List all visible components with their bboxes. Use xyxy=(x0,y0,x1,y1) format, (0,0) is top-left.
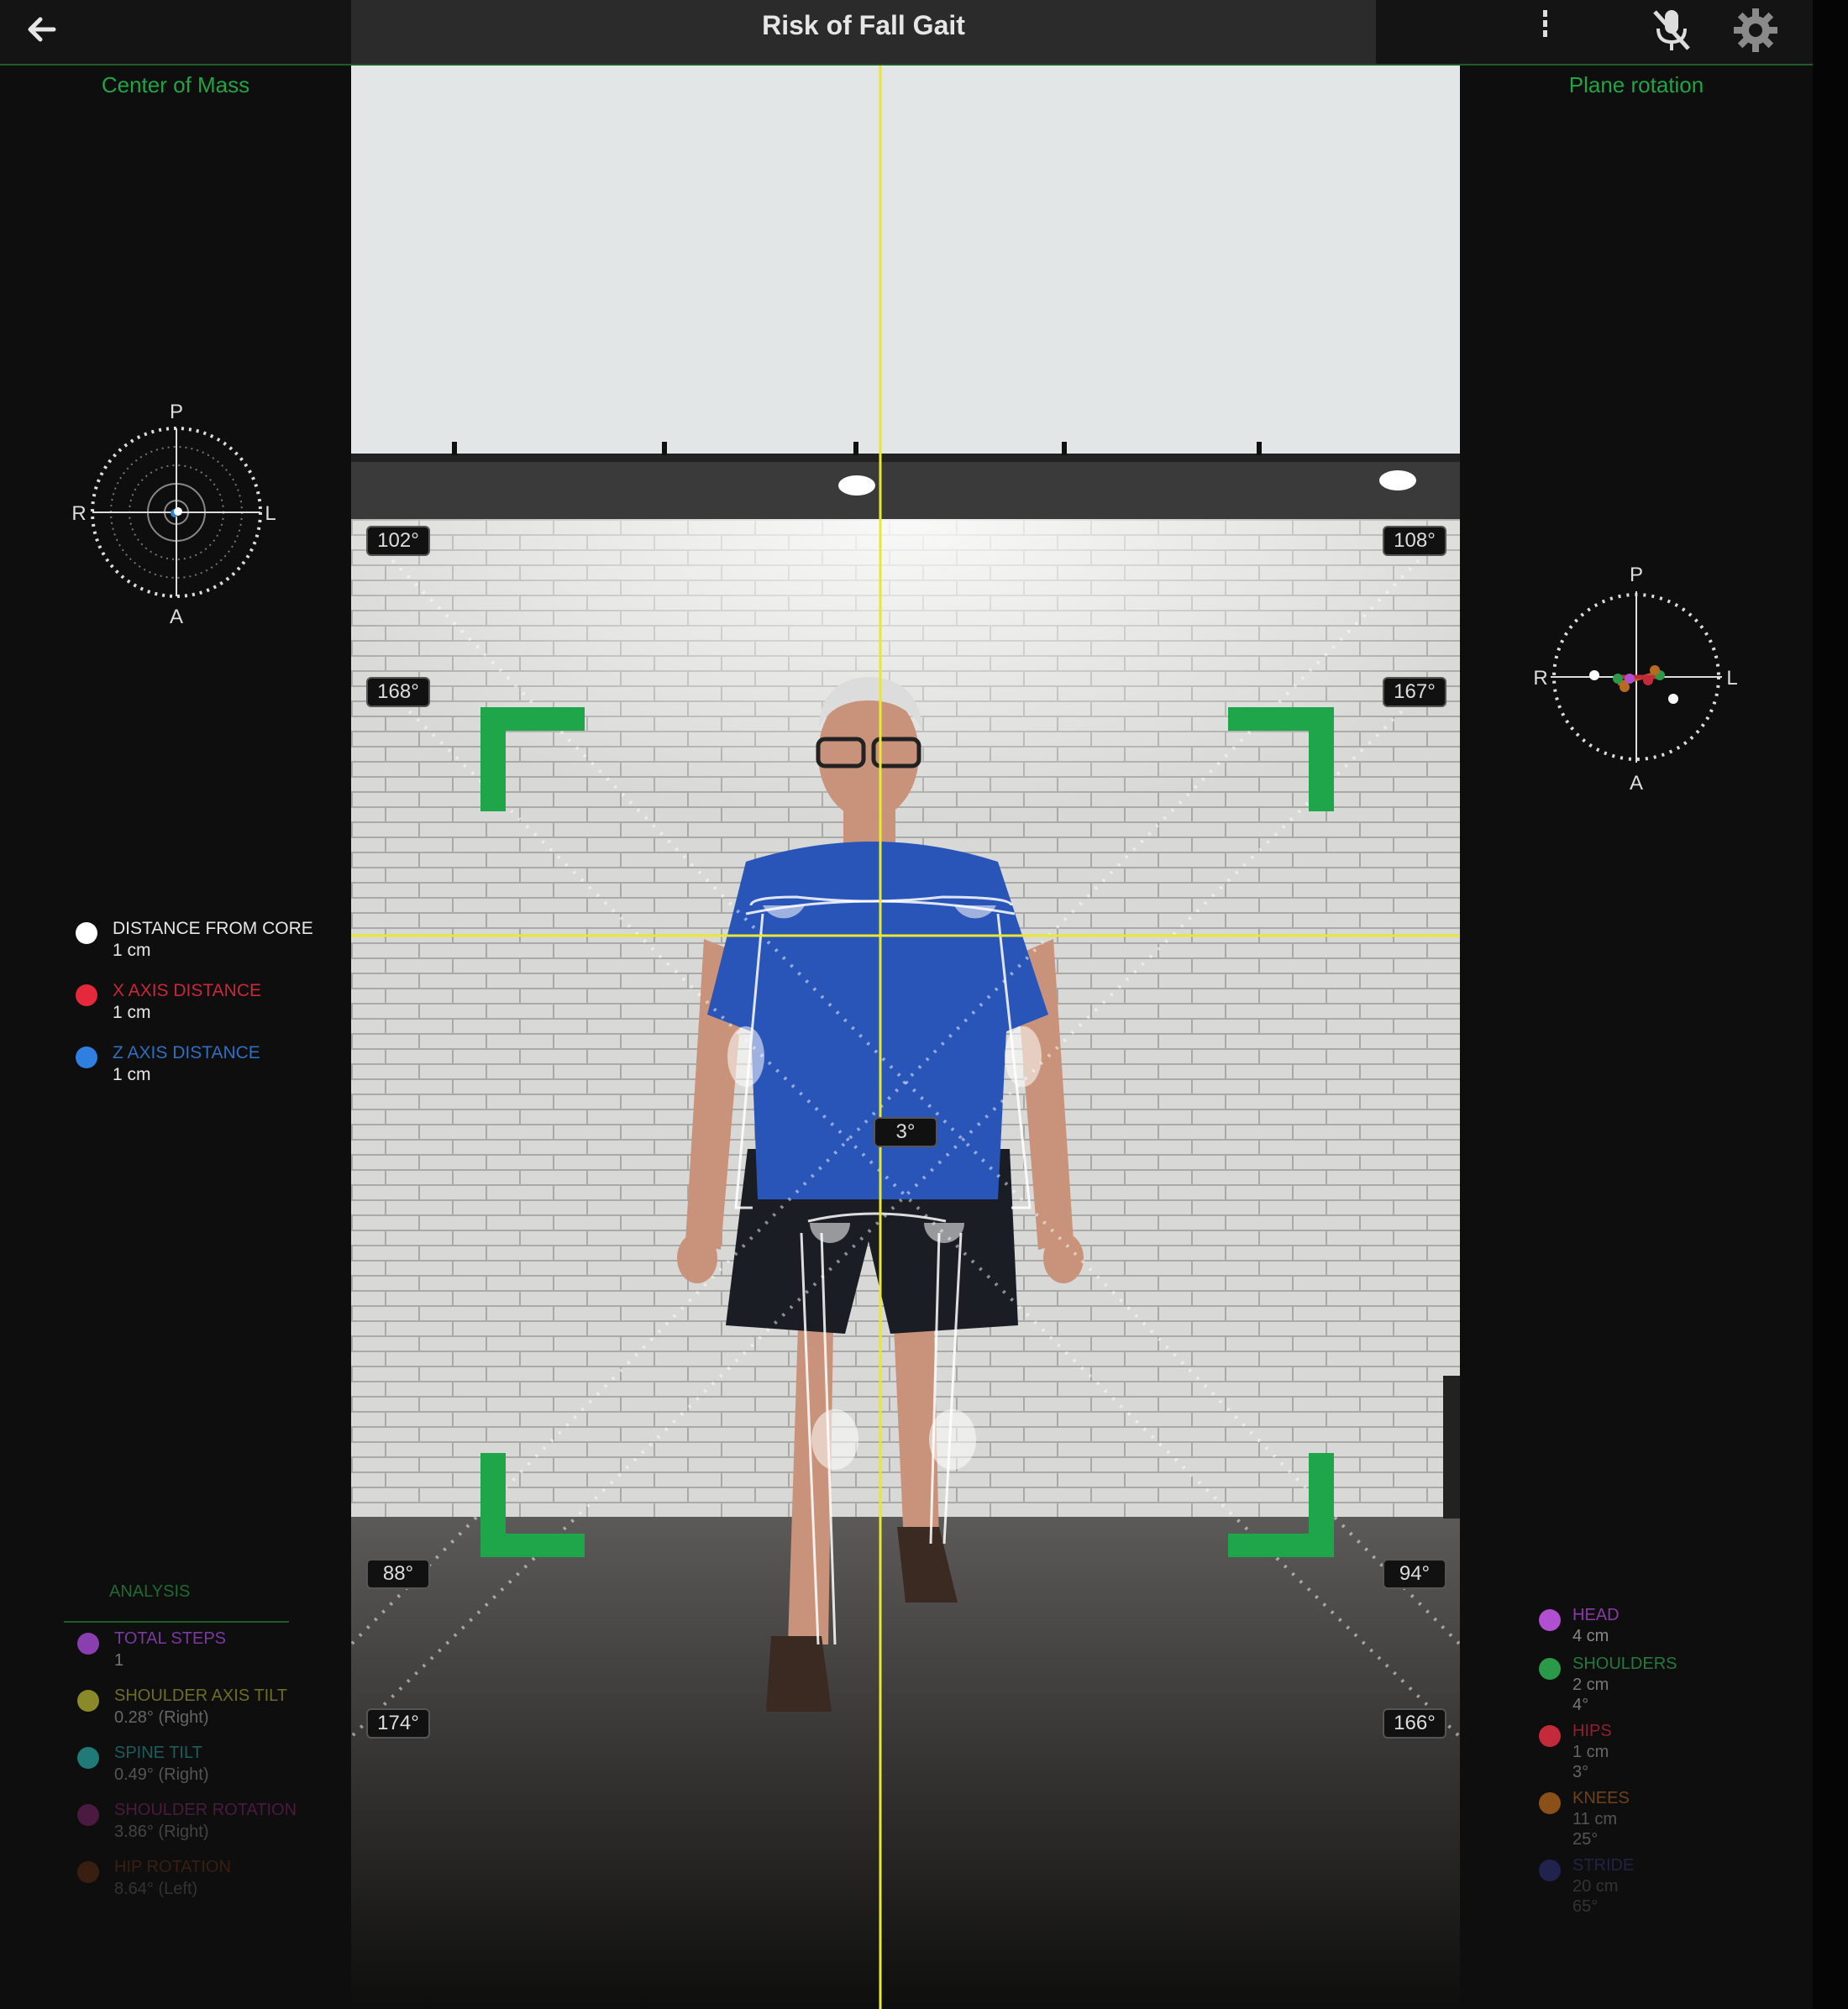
video-feed xyxy=(351,66,1460,2009)
legend-value: 1 cm xyxy=(113,1003,151,1022)
center-of-mass-title: Center of Mass xyxy=(101,72,250,97)
analysis-label: SPINE TILT xyxy=(114,1744,202,1762)
analysis-label: HIP ROTATION xyxy=(114,1858,231,1876)
plane-value: 1 cm xyxy=(1572,1743,1609,1761)
analysis-label: TOTAL STEPS xyxy=(114,1629,226,1648)
angle-bottom-left: 174° xyxy=(366,1708,430,1739)
compass-label-top: P xyxy=(1630,564,1643,586)
angle-center: 3° xyxy=(874,1117,937,1147)
plane-value-angle: 3° xyxy=(1572,1763,1589,1781)
analysis-dot xyxy=(77,1633,99,1655)
analysis-value: 0.28° (Right) xyxy=(114,1708,209,1727)
angle-lower-left: 88° xyxy=(366,1559,430,1589)
compass-label-left: R xyxy=(1533,667,1547,690)
analysis-dot xyxy=(77,1690,99,1712)
plane-value: 11 cm xyxy=(1572,1810,1617,1828)
plane-rotation-panel xyxy=(1460,66,1813,2009)
legend-dot-blue xyxy=(76,1046,97,1068)
plane-label: KNEES xyxy=(1572,1789,1630,1807)
plane-rotation-compass: P A R L xyxy=(1533,564,1737,795)
analysis-dot xyxy=(77,1804,99,1826)
angle-top-left: 102° xyxy=(366,526,430,556)
legend-dot-red xyxy=(76,984,97,1006)
plane-dot xyxy=(1539,1658,1561,1680)
analysis-dot xyxy=(77,1747,99,1769)
analysis-value: 1 xyxy=(114,1651,124,1670)
compass-label-top: P xyxy=(170,401,183,423)
plane-label: HEAD xyxy=(1572,1606,1620,1624)
top-bar: Risk of Fall Gait xyxy=(0,0,1813,66)
analysis-dot xyxy=(77,1861,99,1883)
more-vertical-icon[interactable] xyxy=(1520,5,1571,55)
plane-label: SHOULDERS xyxy=(1572,1655,1677,1673)
angle-lower-right: 94° xyxy=(1383,1559,1446,1589)
plane-rotation-title: Plane rotation xyxy=(1568,72,1704,97)
legend-label: DISTANCE FROM CORE xyxy=(113,919,313,938)
analysis-divider xyxy=(64,1621,289,1623)
plane-value: 4 cm xyxy=(1572,1627,1609,1645)
angle-bottom-right: 166° xyxy=(1383,1708,1446,1739)
plane-dot xyxy=(1539,1792,1561,1814)
compass-label-bottom: A xyxy=(1630,772,1643,795)
angle-upper-left: 168° xyxy=(366,677,430,707)
plane-value: 20 cm xyxy=(1572,1877,1619,1896)
plane-dot xyxy=(1539,1609,1561,1631)
legend-label: X AXIS DISTANCE xyxy=(113,981,261,1000)
analysis-value: 0.49° (Right) xyxy=(114,1765,209,1784)
compass-label-right: L xyxy=(265,502,276,525)
analysis-label: SHOULDER ROTATION xyxy=(114,1801,297,1819)
analysis-value: 3.86° (Right) xyxy=(114,1823,209,1841)
compass-label-left: R xyxy=(71,502,86,525)
legend-value: 1 cm xyxy=(113,941,151,960)
plane-value-angle: 25° xyxy=(1572,1830,1599,1849)
plane-value-angle: 65° xyxy=(1572,1897,1599,1916)
plane-dot xyxy=(1539,1860,1561,1881)
mic-off-icon[interactable] xyxy=(1646,5,1697,55)
analysis-label: SHOULDER AXIS TILT xyxy=(114,1686,287,1705)
analysis-title: ANALYSIS xyxy=(109,1582,191,1601)
right-edge xyxy=(1813,0,1848,2009)
back-arrow-icon[interactable] xyxy=(20,7,66,52)
center-of-mass-compass: P A R L xyxy=(71,401,276,628)
legend-label: Z AXIS DISTANCE xyxy=(113,1043,260,1062)
angle-upper-right: 167° xyxy=(1383,677,1446,707)
plane-value: 2 cm xyxy=(1572,1676,1609,1694)
analysis-value: 8.64° (Left) xyxy=(114,1880,198,1898)
angle-top-right: 108° xyxy=(1383,526,1446,556)
plane-label: STRIDE xyxy=(1572,1856,1635,1875)
compass-label-bottom: A xyxy=(170,606,183,628)
gear-icon[interactable] xyxy=(1730,5,1781,55)
plane-dot xyxy=(1539,1725,1561,1747)
legend-dot-white xyxy=(76,922,97,944)
plane-label: HIPS xyxy=(1572,1722,1612,1740)
compass-label-right: L xyxy=(1726,667,1737,690)
plane-value-angle: 4° xyxy=(1572,1696,1589,1714)
legend-value: 1 cm xyxy=(113,1065,151,1084)
page-title: Risk of Fall Gait xyxy=(762,10,965,40)
